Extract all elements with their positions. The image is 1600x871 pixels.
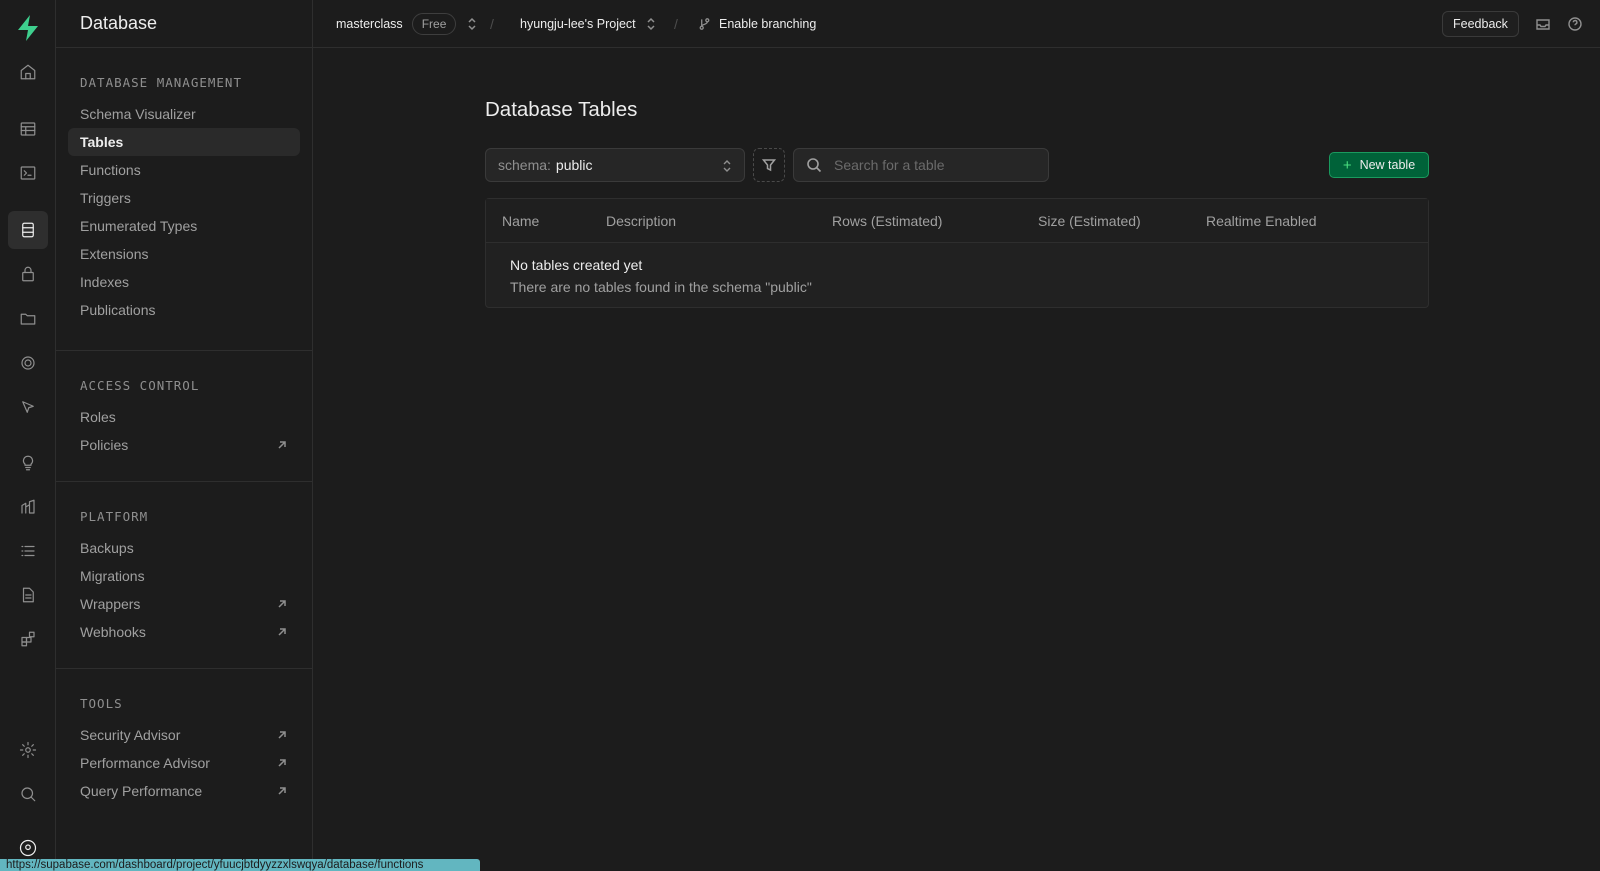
home-icon[interactable]	[8, 53, 48, 91]
chevron-updown-icon[interactable]	[645, 17, 657, 31]
enable-branching-button[interactable]: Enable branching	[698, 17, 816, 31]
column-header-rows: Rows (Estimated)	[832, 213, 943, 229]
sidebar-item-publications[interactable]: Publications	[68, 296, 300, 324]
table-editor-icon[interactable]	[8, 110, 48, 148]
sidebar-title: Database	[56, 0, 312, 48]
org-breadcrumb[interactable]: masterclass Free	[336, 12, 478, 35]
realtime-icon[interactable]	[8, 388, 48, 426]
table-search[interactable]	[793, 148, 1049, 182]
search-icon[interactable]	[8, 775, 48, 813]
sidebar-item-functions[interactable]: Functions	[68, 156, 300, 184]
sidebar-item-migrations[interactable]: Migrations	[68, 562, 300, 590]
section-tools: TOOLS Security Advisor Performance Advis…	[56, 669, 312, 825]
schema-label: schema:	[498, 157, 551, 173]
column-header-description: Description	[606, 213, 677, 229]
sidebar-item-policies[interactable]: Policies	[68, 431, 300, 459]
column-header-size: Size (Estimated)	[1038, 213, 1141, 229]
sidebar-item-webhooks[interactable]: Webhooks	[68, 618, 300, 646]
empty-state-title: No tables created yet	[510, 257, 643, 273]
external-link-icon	[278, 787, 286, 795]
table-header: Name Description Rows (Estimated) Size (…	[486, 199, 1428, 243]
help-icon[interactable]	[1567, 16, 1583, 32]
api-docs-icon[interactable]	[8, 576, 48, 614]
external-link-icon	[278, 441, 286, 449]
storage-icon[interactable]	[8, 299, 48, 337]
top-bar: masterclass Free / hyungju-lee's Project…	[313, 0, 1600, 48]
schema-value: public	[555, 157, 593, 173]
supabase-logo-icon[interactable]	[15, 14, 41, 42]
advisors-lightbulb-icon[interactable]	[8, 444, 48, 482]
section-access-control: ACCESS CONTROL Roles Policies	[56, 351, 312, 482]
sidebar-item-backups[interactable]: Backups	[68, 534, 300, 562]
section-heading: DATABASE MANAGEMENT	[80, 74, 242, 90]
page-title: Database Tables	[485, 98, 638, 121]
sidebar-item-query-performance[interactable]: Query Performance	[68, 777, 300, 805]
sidebar-item-tables[interactable]: Tables	[68, 128, 300, 156]
section-heading: ACCESS CONTROL	[80, 377, 200, 393]
sidebar-item-triggers[interactable]: Triggers	[68, 184, 300, 212]
section-platform: PLATFORM Backups Migrations Wrappers Web…	[56, 482, 312, 669]
database-icon[interactable]	[8, 211, 48, 249]
integrations-icon[interactable]	[8, 620, 48, 658]
icon-rail	[0, 0, 56, 871]
filter-button[interactable]	[753, 148, 785, 182]
status-bar-url: https://supabase.com/dashboard/project/y…	[0, 859, 480, 871]
logs-list-icon[interactable]	[8, 532, 48, 570]
schema-select[interactable]: schema: public	[485, 148, 745, 182]
sidebar-item-wrappers[interactable]: Wrappers	[68, 590, 300, 618]
sidebar-item-extensions[interactable]: Extensions	[68, 240, 300, 268]
filter-icon	[762, 159, 776, 172]
feedback-button[interactable]: Feedback	[1442, 11, 1519, 37]
main-content: Database Tables schema: public + New tab…	[313, 48, 1600, 871]
section-heading: TOOLS	[80, 695, 123, 711]
sidebar-item-performance-advisor[interactable]: Performance Advisor	[68, 749, 300, 777]
database-sidebar: Database DATABASE MANAGEMENT Schema Visu…	[56, 0, 313, 871]
column-header-name: Name	[502, 213, 540, 229]
plus-icon: +	[1342, 156, 1352, 174]
sql-editor-icon[interactable]	[8, 154, 48, 192]
reports-chart-icon[interactable]	[8, 488, 48, 526]
external-link-icon	[278, 628, 286, 636]
plan-badge: Free	[411, 12, 457, 35]
sidebar-item-enumerated-types[interactable]: Enumerated Types	[68, 212, 300, 240]
git-branch-icon	[699, 17, 710, 30]
breadcrumb-separator: /	[674, 15, 678, 32]
new-table-button[interactable]: + New table	[1329, 152, 1429, 178]
sidebar-item-indexes[interactable]: Indexes	[68, 268, 300, 296]
empty-state-description: There are no tables found in the schema …	[510, 279, 812, 295]
section-database-management: DATABASE MANAGEMENT Schema Visualizer Ta…	[56, 48, 312, 351]
column-header-realtime: Realtime Enabled	[1206, 213, 1317, 229]
inbox-icon[interactable]	[1535, 16, 1551, 32]
settings-gear-icon[interactable]	[8, 731, 48, 769]
edge-functions-icon[interactable]	[8, 344, 48, 382]
section-heading: PLATFORM	[80, 508, 149, 524]
external-link-icon	[278, 731, 286, 739]
breadcrumb-separator: /	[490, 15, 494, 32]
auth-lock-icon[interactable]	[8, 255, 48, 293]
sidebar-item-roles[interactable]: Roles	[68, 403, 300, 431]
sidebar-item-security-advisor[interactable]: Security Advisor	[68, 721, 300, 749]
external-link-icon	[278, 600, 286, 608]
empty-state: No tables created yet There are no table…	[510, 257, 812, 295]
project-breadcrumb[interactable]: hyungju-lee's Project	[520, 17, 657, 31]
external-link-icon	[278, 759, 286, 767]
chevron-updown-icon[interactable]	[466, 17, 478, 31]
project-name[interactable]: hyungju-lee's Project	[520, 17, 636, 31]
enable-branching-label: Enable branching	[719, 16, 817, 31]
tables-grid: Name Description Rows (Estimated) Size (…	[485, 198, 1429, 308]
search-input[interactable]	[834, 157, 1034, 173]
chevron-updown-icon	[723, 160, 731, 172]
sidebar-item-schema-visualizer[interactable]: Schema Visualizer	[68, 100, 300, 128]
new-table-label: New table	[1359, 158, 1416, 172]
org-name[interactable]: masterclass	[336, 17, 403, 31]
search-icon	[807, 158, 822, 173]
